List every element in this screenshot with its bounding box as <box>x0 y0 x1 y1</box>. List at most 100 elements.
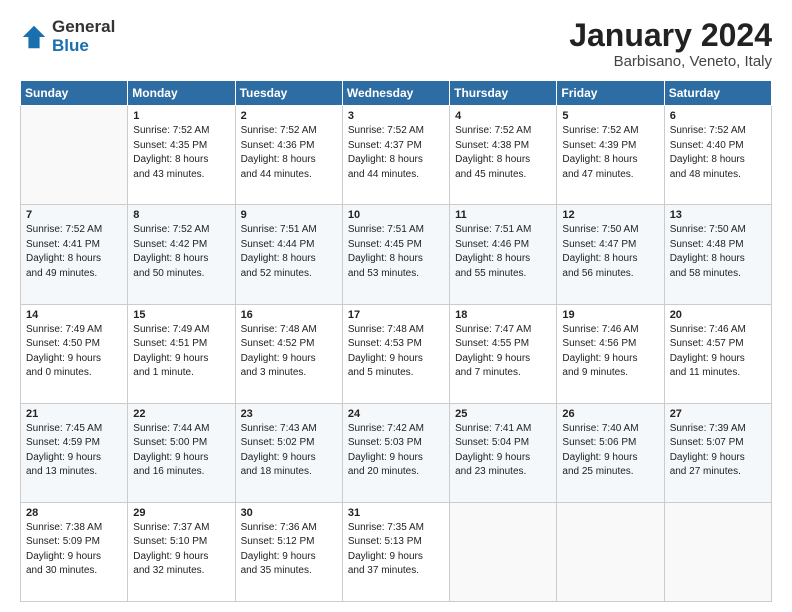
day-number: 30 <box>241 507 337 519</box>
logo-blue-text: Blue <box>52 37 115 56</box>
day-number: 8 <box>133 209 229 221</box>
day-number: 25 <box>455 408 551 420</box>
day-number: 15 <box>133 309 229 321</box>
table-row: 19 Sunrise: 7:46 AMSunset: 4:56 PMDayligh… <box>557 304 664 403</box>
cell-info: Sunrise: 7:52 AMSunset: 4:40 PMDaylight:… <box>670 124 766 182</box>
cell-info: Sunrise: 7:41 AMSunset: 5:04 PMDaylight:… <box>455 422 551 480</box>
table-row: 14 Sunrise: 7:49 AMSunset: 4:50 PMDayligh… <box>21 304 128 403</box>
column-headers: Sunday Monday Tuesday Wednesday Thursday… <box>21 81 772 106</box>
cell-info: Sunrise: 7:52 AMSunset: 4:38 PMDaylight:… <box>455 124 551 182</box>
cell-info: Sunrise: 7:46 AMSunset: 4:56 PMDaylight:… <box>562 323 658 381</box>
table-row: 13Sunrise: 7:50 AMSunset: 4:48 PMDayligh… <box>664 205 771 304</box>
day-number: 22 <box>133 408 229 420</box>
col-monday: Monday <box>128 81 235 106</box>
calendar-row: 14 Sunrise: 7:49 AMSunset: 4:50 PMDayligh… <box>21 304 772 403</box>
day-number: 17 <box>348 309 444 321</box>
day-number: 26 <box>562 408 658 420</box>
cell-info: Sunrise: 7:48 AMSunset: 4:52 PMDaylight:… <box>241 323 337 381</box>
table-row: 10Sunrise: 7:51 AMSunset: 4:45 PMDayligh… <box>342 205 449 304</box>
cell-info: Sunrise: 7:52 AMSunset: 4:41 PMDaylight:… <box>26 223 122 281</box>
cell-info: Sunrise: 7:48 AMSunset: 4:53 PMDaylight:… <box>348 323 444 381</box>
cell-info: Sunrise: 7:51 AMSunset: 4:46 PMDaylight:… <box>455 223 551 281</box>
day-number: 5 <box>562 110 658 122</box>
day-number: 29 <box>133 507 229 519</box>
day-number: 6 <box>670 110 766 122</box>
day-number: 27 <box>670 408 766 420</box>
col-saturday: Saturday <box>664 81 771 106</box>
day-number: 1 <box>133 110 229 122</box>
table-row: 8 Sunrise: 7:52 AMSunset: 4:42 PMDaylight… <box>128 205 235 304</box>
logo-text: General Blue <box>52 18 115 55</box>
logo: General Blue <box>20 18 115 55</box>
table-row: 18 Sunrise: 7:47 AMSunset: 4:55 PMDayligh… <box>450 304 557 403</box>
table-row: 28 Sunrise: 7:38 AMSunset: 5:09 PMDayligh… <box>21 502 128 601</box>
table-row: 25 Sunrise: 7:41 AMSunset: 5:04 PMDayligh… <box>450 403 557 502</box>
cell-info: Sunrise: 7:43 AMSunset: 5:02 PMDaylight:… <box>241 422 337 480</box>
day-number: 20 <box>670 309 766 321</box>
subtitle: Barbisano, Veneto, Italy <box>569 53 772 70</box>
table-row: 15 Sunrise: 7:49 AMSunset: 4:51 PMDayligh… <box>128 304 235 403</box>
cell-info: Sunrise: 7:51 AMSunset: 4:44 PMDaylight:… <box>241 223 337 281</box>
cell-info: Sunrise: 7:42 AMSunset: 5:03 PMDaylight:… <box>348 422 444 480</box>
day-number: 4 <box>455 110 551 122</box>
table-row <box>450 502 557 601</box>
col-thursday: Thursday <box>450 81 557 106</box>
page: General Blue January 2024 Barbisano, Ven… <box>0 0 792 612</box>
day-number: 2 <box>241 110 337 122</box>
col-friday: Friday <box>557 81 664 106</box>
table-row: 29Sunrise: 7:37 AMSunset: 5:10 PMDayligh… <box>128 502 235 601</box>
table-row: 31Sunrise: 7:35 AMSunset: 5:13 PMDayligh… <box>342 502 449 601</box>
calendar-row: 21Sunrise: 7:45 AMSunset: 4:59 PMDayligh… <box>21 403 772 502</box>
cell-info: Sunrise: 7:50 AMSunset: 4:48 PMDaylight:… <box>670 223 766 281</box>
title-block: January 2024 Barbisano, Veneto, Italy <box>569 18 772 70</box>
day-number: 28 <box>26 507 122 519</box>
table-row: 26 Sunrise: 7:40 AMSunset: 5:06 PMDayligh… <box>557 403 664 502</box>
cell-info: Sunrise: 7:49 AMSunset: 4:51 PMDaylight:… <box>133 323 229 381</box>
day-number: 7 <box>26 209 122 221</box>
day-number: 11 <box>455 209 551 221</box>
day-number: 9 <box>241 209 337 221</box>
col-wednesday: Wednesday <box>342 81 449 106</box>
day-number: 19 <box>562 309 658 321</box>
main-title: January 2024 <box>569 18 772 53</box>
col-sunday: Sunday <box>21 81 128 106</box>
cell-info: Sunrise: 7:38 AMSunset: 5:09 PMDaylight:… <box>26 521 122 579</box>
table-row: 24Sunrise: 7:42 AMSunset: 5:03 PMDayligh… <box>342 403 449 502</box>
table-row: 12Sunrise: 7:50 AMSunset: 4:47 PMDayligh… <box>557 205 664 304</box>
cell-info: Sunrise: 7:45 AMSunset: 4:59 PMDaylight:… <box>26 422 122 480</box>
table-row: 7 Sunrise: 7:52 AMSunset: 4:41 PMDaylight… <box>21 205 128 304</box>
day-number: 12 <box>562 209 658 221</box>
table-row: 3 Sunrise: 7:52 AMSunset: 4:37 PMDaylight… <box>342 106 449 205</box>
logo-icon <box>20 23 48 51</box>
table-row: 17 Sunrise: 7:48 AMSunset: 4:53 PMDayligh… <box>342 304 449 403</box>
table-row: 27Sunrise: 7:39 AMSunset: 5:07 PMDayligh… <box>664 403 771 502</box>
day-number: 18 <box>455 309 551 321</box>
cell-info: Sunrise: 7:47 AMSunset: 4:55 PMDaylight:… <box>455 323 551 381</box>
day-number: 16 <box>241 309 337 321</box>
table-row <box>21 106 128 205</box>
calendar-row: 7 Sunrise: 7:52 AMSunset: 4:41 PMDaylight… <box>21 205 772 304</box>
table-row: 23 Sunrise: 7:43 AMSunset: 5:02 PMDayligh… <box>235 403 342 502</box>
day-number: 3 <box>348 110 444 122</box>
table-row: 16 Sunrise: 7:48 AMSunset: 4:52 PMDayligh… <box>235 304 342 403</box>
cell-info: Sunrise: 7:52 AMSunset: 4:37 PMDaylight:… <box>348 124 444 182</box>
table-row: 30 Sunrise: 7:36 AMSunset: 5:12 PMDayligh… <box>235 502 342 601</box>
cell-info: Sunrise: 7:36 AMSunset: 5:12 PMDaylight:… <box>241 521 337 579</box>
cell-info: Sunrise: 7:40 AMSunset: 5:06 PMDaylight:… <box>562 422 658 480</box>
calendar-row: 28 Sunrise: 7:38 AMSunset: 5:09 PMDayligh… <box>21 502 772 601</box>
logo-general-text: General <box>52 18 115 37</box>
cell-info: Sunrise: 7:51 AMSunset: 4:45 PMDaylight:… <box>348 223 444 281</box>
day-number: 31 <box>348 507 444 519</box>
day-number: 23 <box>241 408 337 420</box>
table-row <box>664 502 771 601</box>
cell-info: Sunrise: 7:49 AMSunset: 4:50 PMDaylight:… <box>26 323 122 381</box>
table-row: 1Sunrise: 7:52 AMSunset: 4:35 PMDaylight… <box>128 106 235 205</box>
table-row <box>557 502 664 601</box>
day-number: 14 <box>26 309 122 321</box>
calendar-row: 1Sunrise: 7:52 AMSunset: 4:35 PMDaylight… <box>21 106 772 205</box>
table-row: 22Sunrise: 7:44 AMSunset: 5:00 PMDayligh… <box>128 403 235 502</box>
header: General Blue January 2024 Barbisano, Ven… <box>20 18 772 70</box>
cell-info: Sunrise: 7:52 AMSunset: 4:42 PMDaylight:… <box>133 223 229 281</box>
col-tuesday: Tuesday <box>235 81 342 106</box>
cell-info: Sunrise: 7:52 AMSunset: 4:39 PMDaylight:… <box>562 124 658 182</box>
